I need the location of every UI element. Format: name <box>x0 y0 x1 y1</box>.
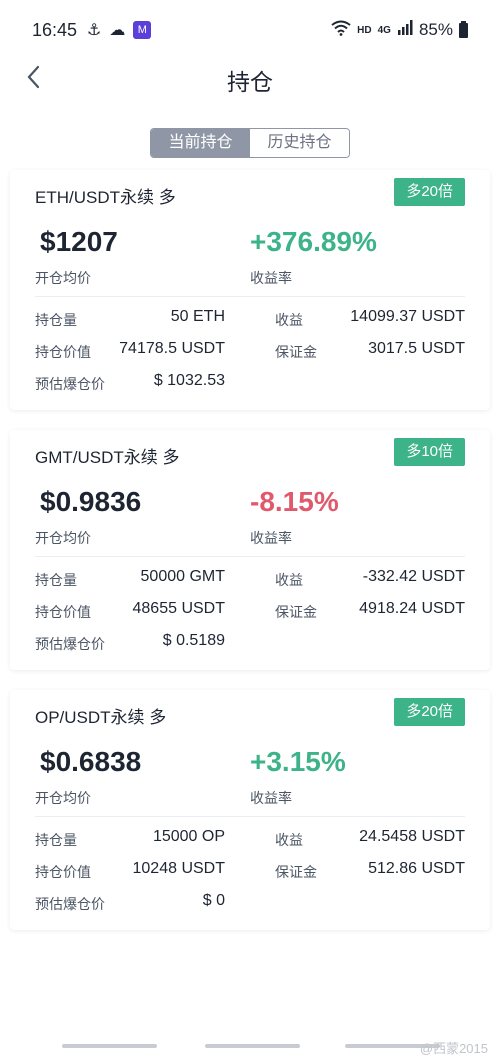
profit-label: 收益 <box>275 572 303 588</box>
tab-current-positions[interactable]: 当前持仓 <box>151 129 250 157</box>
open-price: $0.9836 <box>40 486 142 517</box>
back-button[interactable] <box>20 62 50 92</box>
position-card[interactable]: GMT/USDT永续 多 多10倍 $0.9836 开仓均价 -8.15% 收益… <box>10 430 490 670</box>
profit-label: 收益 <box>275 312 303 328</box>
watermark: @西蒙2015 <box>419 1041 488 1056</box>
leverage-badge: 多10倍 <box>394 438 465 466</box>
return-rate-label: 收益率 <box>250 530 292 546</box>
leverage-badge: 多20倍 <box>394 178 465 206</box>
margin-label: 保证金 <box>275 604 317 620</box>
position-value-value: 10248 USDT <box>132 860 226 877</box>
position-size-label: 持仓量 <box>35 312 77 328</box>
pair-name: ETH/USDT永续 多 <box>35 188 176 207</box>
est-liquidation-value: $ 0 <box>202 892 225 909</box>
signal-label: 4G <box>377 24 391 36</box>
open-price: $1207 <box>40 226 118 257</box>
est-liquidation-label: 预估爆仓价 <box>35 376 105 392</box>
position-value-value: 48655 USDT <box>132 600 226 617</box>
margin-label: 保证金 <box>275 344 317 360</box>
position-size-value: 50000 GMT <box>140 568 225 585</box>
est-liquidation-label: 预估爆仓价 <box>35 896 105 912</box>
position-size-label: 持仓量 <box>35 572 77 588</box>
wifi-icon <box>331 20 351 41</box>
battery-text: 85% <box>418 20 453 39</box>
app-icon: M <box>133 21 152 39</box>
divider <box>35 296 465 297</box>
page-title: 持仓 <box>227 69 273 95</box>
position-size-value: 15000 OP <box>152 828 225 845</box>
open-price-label: 开仓均价 <box>35 270 91 286</box>
open-price-label: 开仓均价 <box>35 790 91 806</box>
hd-label: HD <box>357 24 372 36</box>
margin-value: 4918.24 USDT <box>359 600 465 617</box>
return-rate-label: 收益率 <box>250 790 292 806</box>
battery-icon <box>459 20 468 38</box>
status-time: 16:45 <box>32 19 78 40</box>
est-liquidation-value: $ 0.5189 <box>162 632 225 649</box>
leverage-badge: 多20倍 <box>394 698 465 726</box>
ship-icon: ⚓ <box>87 22 102 39</box>
pair-name: OP/USDT永续 多 <box>35 708 167 727</box>
margin-value: 512.86 USDT <box>368 860 465 877</box>
profit-value: 24.5458 USDT <box>359 828 465 845</box>
position-card[interactable]: ETH/USDT永续 多 多20倍 $1207 开仓均价 +376.89% 收益… <box>10 170 490 410</box>
return-rate: +376.89% <box>250 226 377 257</box>
position-value-label: 持仓价值 <box>35 344 91 360</box>
weather-icon: ☁ <box>109 22 126 39</box>
return-rate: +3.15% <box>250 746 346 777</box>
margin-label: 保证金 <box>275 864 317 880</box>
tab-history-positions[interactable]: 历史持仓 <box>250 129 349 157</box>
position-value-label: 持仓价值 <box>35 864 91 880</box>
est-liquidation-value: $ 1032.53 <box>153 372 225 389</box>
return-rate-label: 收益率 <box>250 270 292 286</box>
status-bar: 16:45 ⚓ ☁ M HD 4G 85% <box>0 0 500 60</box>
profit-label: 收益 <box>275 832 303 848</box>
divider <box>35 556 465 557</box>
pair-name: GMT/USDT永续 多 <box>35 448 180 467</box>
divider <box>35 816 465 817</box>
chevron-left-icon <box>27 65 40 89</box>
status-right: HD 4G 85% <box>325 20 468 41</box>
position-tabs: 当前持仓 历史持仓 <box>150 128 350 158</box>
position-size-label: 持仓量 <box>35 832 77 848</box>
profit-value: 14099.37 USDT <box>350 308 465 325</box>
nav-home-pill[interactable] <box>205 1044 300 1048</box>
signal-icon <box>397 20 413 40</box>
page-header: 持仓 <box>0 60 500 100</box>
position-value-value: 74178.5 USDT <box>119 340 225 357</box>
return-rate: -8.15% <box>250 486 339 517</box>
position-value-label: 持仓价值 <box>35 604 91 620</box>
profit-value: -332.42 USDT <box>362 568 465 585</box>
position-size-value: 50 ETH <box>170 308 225 325</box>
open-price-label: 开仓均价 <box>35 530 91 546</box>
open-price: $0.6838 <box>40 746 142 777</box>
position-card[interactable]: OP/USDT永续 多 多20倍 $0.6838 开仓均价 +3.15% 收益率… <box>10 690 490 930</box>
margin-value: 3017.5 USDT <box>368 340 465 357</box>
nav-recents-pill[interactable] <box>62 1044 157 1048</box>
est-liquidation-label: 预估爆仓价 <box>35 636 105 652</box>
